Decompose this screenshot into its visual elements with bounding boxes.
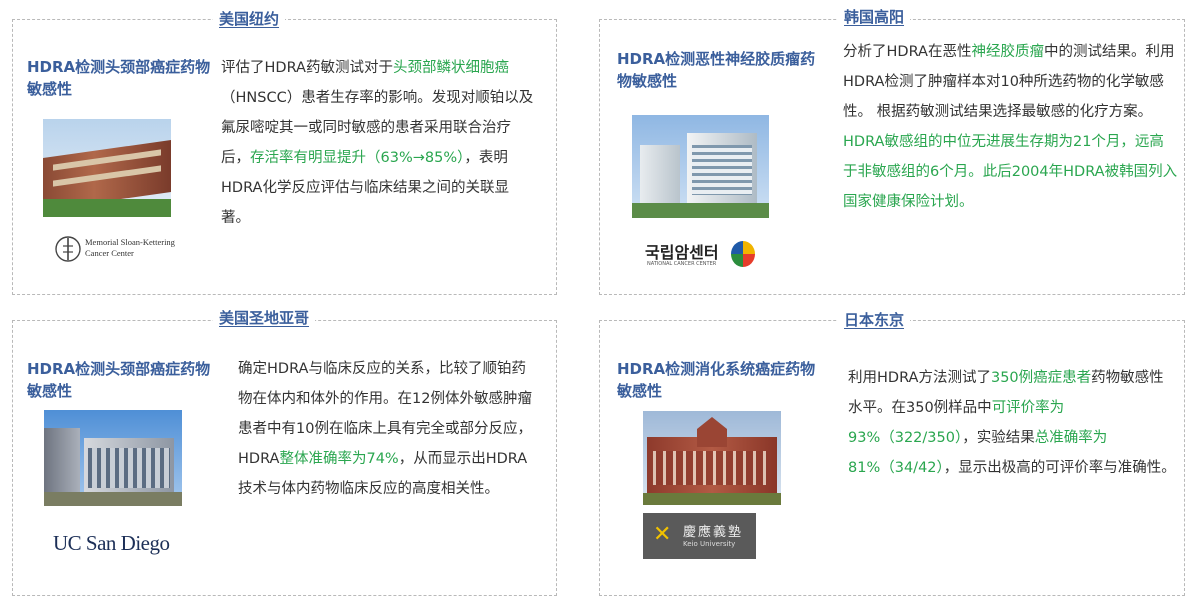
ucsd-logo: UC San Diego xyxy=(53,531,173,559)
keio-logo: ✕ 慶應義塾 Keio University xyxy=(643,513,756,559)
card-body-text: 利用HDRA方法测试了350例癌症患者药物敏感性水平。在350例样品中可评价率为… xyxy=(848,370,1176,476)
card-title: HDRA检测头颈部癌症药物敏感性 xyxy=(27,58,211,98)
logo-line-1: UC San Diego xyxy=(53,531,170,555)
logo-line-1: 국립암센터 xyxy=(645,243,719,262)
university-photo xyxy=(643,411,781,505)
location-label: 日本东京 xyxy=(838,309,911,331)
msk-logo: Memorial Sloan-Kettering Cancer Center xyxy=(55,232,185,268)
card-new-york: 美国纽约 HDRA检测头颈部癌症药物敏感性 Memorial Sloan-Ket… xyxy=(12,8,557,295)
card-body-text: 评估了HDRA药敏测试对于头颈部鳞状细胞癌（HNSCC）患者生存率的影响。发现对… xyxy=(221,60,534,226)
card-title: HDRA检测恶性神经胶质瘤药物敏感性 xyxy=(617,50,816,90)
card-body-text: 确定HDRA与临床反应的关系，比较了顺铂药物在体内和体外的作用。在12例体外敏感… xyxy=(238,361,532,497)
logo-line-1: Memorial Sloan-Kettering xyxy=(85,237,175,247)
location-label: 韩国高阳 xyxy=(838,6,911,28)
card-body-text: 分析了HDRA在恶性神经胶质瘤中的测试结果。利用HDRA检测了肿瘤样本对10种所… xyxy=(843,44,1178,210)
ncc-logo: 국립암센터 NATIONAL CANCER CENTER xyxy=(643,239,759,271)
card-tokyo: 日本东京 HDRA检测消化系统癌症药物敏感性 ✕ 慶應義塾 Keio Unive… xyxy=(599,309,1185,596)
card-title: HDRA检测头颈部癌症药物敏感性 xyxy=(27,360,211,400)
hospital-photo xyxy=(44,410,182,506)
location-label: 美国圣地亚哥 xyxy=(213,307,316,329)
logo-line-2: Cancer Center xyxy=(85,248,134,258)
hospital-photo xyxy=(43,119,171,217)
ncc-leaf-icon xyxy=(731,241,755,267)
msk-emblem-icon xyxy=(55,236,81,262)
logo-line-2: Keio University xyxy=(683,540,736,548)
logo-line-1: 慶應義塾 xyxy=(683,525,744,540)
hospital-photo xyxy=(632,115,769,218)
card-title: HDRA检测消化系统癌症药物敏感性 xyxy=(617,360,816,400)
card-goyang: 韩国高阳 HDRA检测恶性神经胶质瘤药物敏感性 국립암센터 NATIONAL C… xyxy=(599,6,1185,295)
location-label: 美国纽约 xyxy=(213,8,286,30)
logo-line-2: NATIONAL CANCER CENTER xyxy=(647,261,717,267)
card-san-diego: 美国圣地亚哥 HDRA检测头颈部癌症药物敏感性 UC San Diego 确定H… xyxy=(12,307,557,596)
keio-pen-icon: ✕ xyxy=(653,522,672,547)
